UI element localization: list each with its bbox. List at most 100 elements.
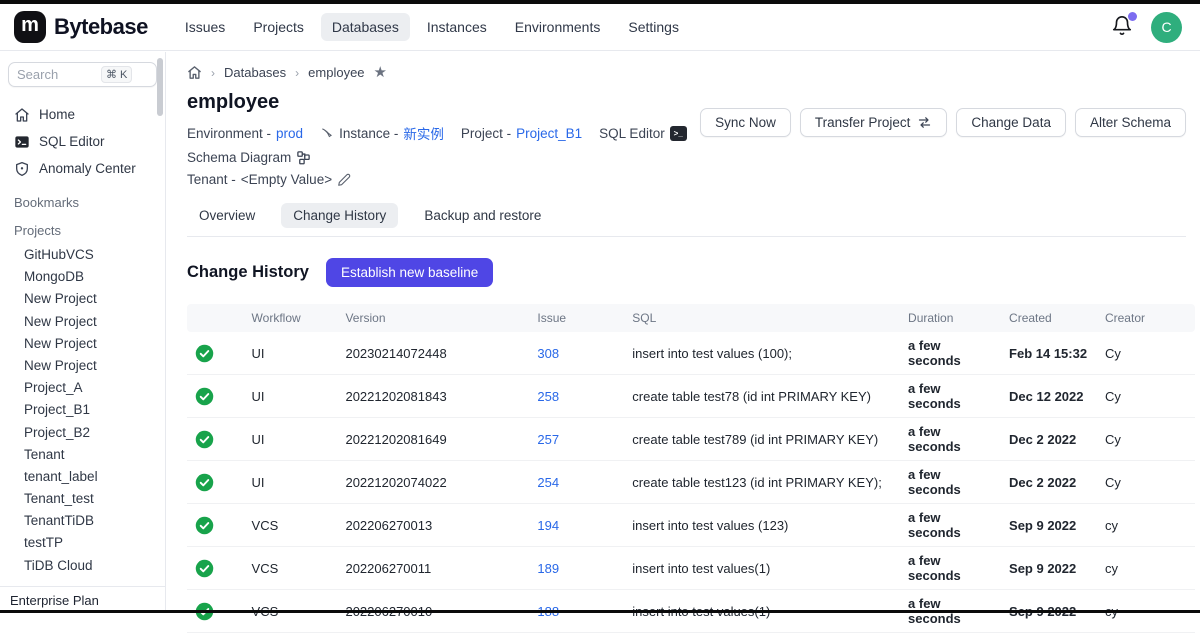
nav-item-instances[interactable]: Instances xyxy=(416,13,498,41)
sidebar-project-project-b2[interactable]: Project_B2 xyxy=(8,422,157,444)
table-row[interactable]: UI20221202074022254create table test123 … xyxy=(187,461,1195,504)
row-creator: Cy xyxy=(1097,461,1195,504)
sidebar-project-githubvcs[interactable]: GitHubVCS xyxy=(8,244,157,266)
user-avatar[interactable]: C xyxy=(1151,12,1182,43)
row-workflow: VCS xyxy=(244,504,338,547)
sidebar-scrollbar-thumb[interactable] xyxy=(157,58,163,116)
sidebar-item-label: SQL Editor xyxy=(39,134,105,149)
schema-diagram-icon[interactable] xyxy=(296,150,311,165)
transfer-project-button[interactable]: Transfer Project xyxy=(800,108,948,137)
table-row[interactable]: VCS202206270011189insert into test value… xyxy=(187,547,1195,590)
window-top-edge xyxy=(0,0,1200,4)
breadcrumb-home-icon[interactable] xyxy=(187,65,202,80)
sidebar-item-anomaly-center[interactable]: Anomaly Center xyxy=(8,155,157,182)
row-duration: a few seconds xyxy=(900,547,1001,590)
sidebar-project-project-a[interactable]: Project_A xyxy=(8,377,157,399)
sidebar-item-label: Anomaly Center xyxy=(39,161,136,176)
column-header-sql: SQL xyxy=(624,304,900,332)
alter-schema-button[interactable]: Alter Schema xyxy=(1075,108,1186,137)
row-created: Dec 2 2022 xyxy=(1001,461,1097,504)
instance-link[interactable]: 新实例 xyxy=(403,123,444,143)
sidebar-project-new-project[interactable]: New Project xyxy=(8,311,157,333)
sidebar-project-tenant[interactable]: Tenant xyxy=(8,444,157,466)
tab-backup-and-restore[interactable]: Backup and restore xyxy=(412,203,553,228)
change-data-button[interactable]: Change Data xyxy=(956,108,1066,137)
sidebar-search[interactable]: ⌘ K xyxy=(8,62,157,87)
bookmark-star-icon[interactable]: ★ xyxy=(374,65,387,80)
sidebar-project-new-project[interactable]: New Project xyxy=(8,333,157,355)
row-creator: cy xyxy=(1097,504,1195,547)
search-input[interactable] xyxy=(17,67,101,82)
row-duration: a few seconds xyxy=(900,332,1001,375)
sidebar-section-projects[interactable]: Projects xyxy=(8,223,157,238)
row-sql: create table test123 (id int PRIMARY KEY… xyxy=(624,461,900,504)
environment-link[interactable]: prod xyxy=(276,126,303,141)
notification-bell-button[interactable] xyxy=(1111,15,1135,39)
column-header-created: Created xyxy=(1001,304,1097,332)
sidebar-project-project-b1[interactable]: Project_B1 xyxy=(8,399,157,421)
tenant-label: Tenant - xyxy=(187,172,236,187)
project-link[interactable]: Project_B1 xyxy=(516,126,582,141)
issue-link[interactable]: 258 xyxy=(537,389,559,404)
meta-tenant: Tenant - <Empty Value> xyxy=(187,172,351,187)
row-sql: insert into test values(1) xyxy=(624,547,900,590)
table-row[interactable]: UI20230214072448 308 insert into test valu… xyxy=(187,332,1195,375)
tab-overview[interactable]: Overview xyxy=(187,203,267,228)
row-workflow: UI xyxy=(244,418,338,461)
sidebar-project-tidb-cloud[interactable]: TiDB Cloud xyxy=(8,555,157,577)
sql-editor-icon[interactable]: >_ xyxy=(670,126,687,141)
sidebar-section-bookmarks[interactable]: Bookmarks xyxy=(8,195,157,210)
edit-pencil-icon[interactable] xyxy=(337,173,351,187)
nav-item-issues[interactable]: Issues xyxy=(174,13,236,41)
nav-item-environments[interactable]: Environments xyxy=(504,13,612,41)
sidebar-project-testtp[interactable]: testTP xyxy=(8,532,157,554)
sidebar-project-new-project[interactable]: New Project xyxy=(8,288,157,310)
nav-item-settings[interactable]: Settings xyxy=(617,13,690,41)
issue-link[interactable]: 257 xyxy=(537,432,559,447)
row-created: Sep 9 2022 xyxy=(1001,547,1097,590)
sidebar-project-tenanttidb[interactable]: TenantTiDB xyxy=(8,510,157,532)
sidebar-project-tenant-test[interactable]: Tenant_test xyxy=(8,488,157,510)
issue-link[interactable]: 194 xyxy=(537,518,559,533)
row-version: 20221202081649 xyxy=(337,418,529,461)
sidebar-project-tenant-label[interactable]: tenant_label xyxy=(8,466,157,488)
bytebase-logo[interactable]: m Bytebase xyxy=(14,11,148,43)
change-history-header: Change History Establish new baseline xyxy=(187,258,1186,287)
sidebar-project-new-project[interactable]: New Project xyxy=(8,355,157,377)
sync-now-button[interactable]: Sync Now xyxy=(700,108,791,137)
issue-link[interactable]: 308 xyxy=(537,346,559,361)
sql-editor-label: SQL Editor xyxy=(599,126,665,141)
column-header-version: Version xyxy=(337,304,529,332)
breadcrumb-databases[interactable]: Databases xyxy=(224,65,286,80)
row-sql: insert into test values (100); xyxy=(624,332,900,375)
row-created: Dec 12 2022 xyxy=(1001,375,1097,418)
table-row[interactable]: UI20221202081649 257 create table test789 … xyxy=(187,418,1195,461)
row-sql: create table test789 (id int PRIMARY KEY… xyxy=(624,418,900,461)
sidebar-scrollbar[interactable] xyxy=(157,56,163,570)
sidebar-item-sql-editor[interactable]: SQL Editor xyxy=(8,128,157,155)
sidebar-item-home[interactable]: Home xyxy=(8,101,157,128)
row-version: 20230214072448 xyxy=(337,332,529,375)
tab-change-history[interactable]: Change History xyxy=(281,203,398,228)
nav-item-databases[interactable]: Databases xyxy=(321,13,410,41)
establish-baseline-button[interactable]: Establish new baseline xyxy=(326,258,493,287)
success-check-icon xyxy=(195,344,214,363)
issue-link[interactable]: 254 xyxy=(537,475,559,490)
row-workflow: VCS xyxy=(244,547,338,590)
row-workflow: UI xyxy=(244,332,338,375)
meta-schema-diagram[interactable]: Schema Diagram xyxy=(187,150,311,165)
issue-link[interactable]: 189 xyxy=(537,561,559,576)
transfer-project-label: Transfer Project xyxy=(815,115,911,130)
row-creator: Cy xyxy=(1097,332,1195,375)
row-status xyxy=(187,504,244,547)
sidebar-project-mongodb[interactable]: MongoDB xyxy=(8,266,157,288)
nav-item-projects[interactable]: Projects xyxy=(242,13,315,41)
home-icon xyxy=(14,107,30,123)
table-row[interactable]: UI20221202081843258create table test78 (… xyxy=(187,375,1195,418)
table-row[interactable]: VCS202206270013194insert into test value… xyxy=(187,504,1195,547)
row-duration: a few seconds xyxy=(900,418,1001,461)
breadcrumb: › Databases › employee ★ xyxy=(187,65,1186,80)
main-nav: IssuesProjectsDatabasesInstancesEnvironm… xyxy=(174,13,690,41)
meta-sql-editor[interactable]: SQL Editor >_ xyxy=(599,126,687,141)
column-header-creator: Creator xyxy=(1097,304,1195,332)
